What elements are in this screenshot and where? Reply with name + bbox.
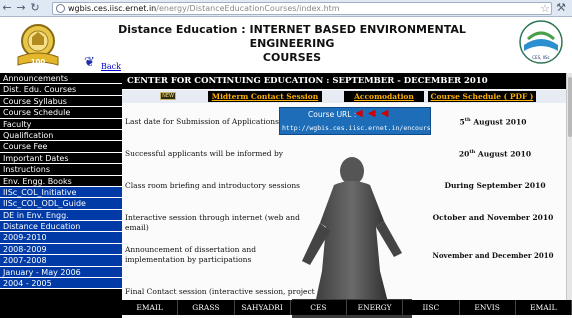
row-label-briefing: Class room briefing and introductory ses…	[125, 181, 301, 190]
sidebar-item[interactable]: Faculty	[0, 118, 122, 130]
main-content: CENTER FOR CONTINUING EDUCATION : SEPTEM…	[122, 73, 572, 318]
row-label-final-session: Final Contact session (interactive sessi…	[125, 287, 315, 296]
row-value-part: August 2010	[475, 149, 532, 159]
sidebar-item[interactable]: Course Syllabus	[0, 95, 122, 108]
forward-arrow-icon[interactable]: →	[14, 1, 28, 15]
tab-midterm-contact-session[interactable]: Midterm Contact Session	[208, 91, 322, 102]
butterfly-icon: ❦	[84, 55, 95, 70]
footer-nav: EMAIL GRASS SAHYADRI CES ENERGY IISC ENVIS EMAI…	[122, 300, 572, 315]
row-value-interactive: October and November 2010	[432, 213, 554, 222]
tab-bar: NEW Midterm Contact Session Accomodation…	[122, 90, 566, 103]
sidebar-item[interactable]: 2008-2009	[0, 243, 122, 256]
browser-toolbar: ← → ↻ wgbis.ces.iisc.ernet.in /energy/Di…	[0, 0, 572, 17]
page-title-line2: COURSES	[262, 51, 322, 64]
section-header: CENTER FOR CONTINUING EDUCATION : SEPTEM…	[122, 73, 566, 89]
page-title-line1: Distance Education : INTERNET BASED ENVI…	[118, 23, 466, 50]
globe-icon	[56, 4, 65, 13]
sidebar-item[interactable]: January - May 2006	[0, 266, 122, 279]
row-label-dissertation: Announcement of dissertation and impleme…	[125, 245, 256, 264]
tab-accomodation[interactable]: Accomodation	[344, 91, 424, 102]
sidebar-item[interactable]: Env. Engg. Books	[0, 175, 122, 187]
reload-icon[interactable]: ↻	[28, 1, 42, 15]
page-title: Distance Education : INTERNET BASED ENVI…	[102, 23, 482, 65]
centenary-logo-icon: 100	[17, 24, 59, 66]
url-path: /energy/DistanceEducationCourses/index.h…	[156, 4, 340, 13]
row-value-part: August 2010	[470, 117, 527, 127]
wrench-icon[interactable]: ⚒	[556, 1, 566, 14]
footer-link[interactable]: IISC	[403, 300, 460, 315]
vertical-scrollbar[interactable]	[566, 73, 572, 301]
arrow-left-icon: ◀ ◀ ◀	[355, 108, 390, 119]
row-label-interactive: Interactive session through internet (we…	[125, 213, 300, 232]
sidebar-item[interactable]: Course Schedule	[0, 107, 122, 119]
sidebar-nav: Announcements Dist. Edu. Courses Course Sy…	[0, 73, 122, 318]
row-value-part: 20	[458, 149, 470, 159]
row-value-dissertation: November and December 2010	[432, 251, 554, 260]
address-bar[interactable]: wgbis.ces.iisc.ernet.in /energy/Distance…	[52, 2, 552, 15]
site-header: 100 ❦ Back Distance Education : INTERNET…	[0, 17, 572, 72]
sidebar-item[interactable]: Announcements	[0, 73, 122, 85]
ces-logo-icon: CES, IISc	[519, 20, 563, 64]
row-label-informed: Successful applicants will be informed b…	[125, 149, 284, 158]
url-host: wgbis.ces.iisc.ernet.in	[68, 4, 157, 13]
svg-text:CES, IISc: CES, IISc	[532, 55, 550, 60]
footer-link[interactable]: EMAIL	[122, 300, 179, 315]
sidebar-item[interactable]: Distance Education	[0, 221, 122, 233]
sidebar-item[interactable]: DE in Env. Engg.	[0, 209, 122, 222]
sidebar-item[interactable]: 2009-2010	[0, 232, 122, 244]
star-icon[interactable]: ☆	[540, 2, 550, 15]
footer-link[interactable]: ENERGY	[347, 300, 404, 315]
sidebar-item[interactable]: 2007-2008	[0, 255, 122, 267]
row-value-informed: 20th August 2010	[430, 149, 560, 159]
footer-link[interactable]: GRASS	[178, 300, 235, 315]
page-root: ← → ↻ wgbis.ces.iisc.ernet.in /energy/Di…	[0, 0, 572, 318]
sidebar-item[interactable]: Qualification	[0, 129, 122, 142]
sidebar-item[interactable]: IISc_COL_ODL_Guide	[0, 198, 122, 210]
tab-course-schedule-pdf[interactable]: Course Schedule ( PDF )	[428, 91, 536, 102]
row-value-applications: 5th August 2010	[428, 117, 558, 127]
sidebar-item[interactable]: 2004 - 2005	[0, 278, 122, 290]
footer-link[interactable]: EMAIL	[516, 300, 572, 315]
footer-link[interactable]: SAHYADRI	[235, 300, 291, 315]
scrollbar-thumb[interactable]	[568, 77, 572, 137]
footer-link[interactable]: ENVIS	[460, 300, 516, 315]
footer-link[interactable]: CES	[291, 300, 347, 315]
new-badge-icon: NEW	[160, 92, 176, 100]
svg-text:100: 100	[31, 58, 46, 66]
row-value-briefing: During September 2010	[444, 181, 546, 190]
row-label-applications: Last date for Submission of Applications	[125, 117, 279, 126]
sidebar-item[interactable]: IISc_COL_Initiative	[0, 186, 122, 199]
sidebar-item[interactable]: Instructions	[0, 164, 122, 176]
sidebar-item[interactable]: Dist. Edu. Courses	[0, 84, 122, 96]
sidebar-item[interactable]: Course Fee	[0, 141, 122, 153]
sidebar-item[interactable]: Important Dates	[0, 152, 122, 165]
back-arrow-icon[interactable]: ←	[0, 1, 14, 15]
